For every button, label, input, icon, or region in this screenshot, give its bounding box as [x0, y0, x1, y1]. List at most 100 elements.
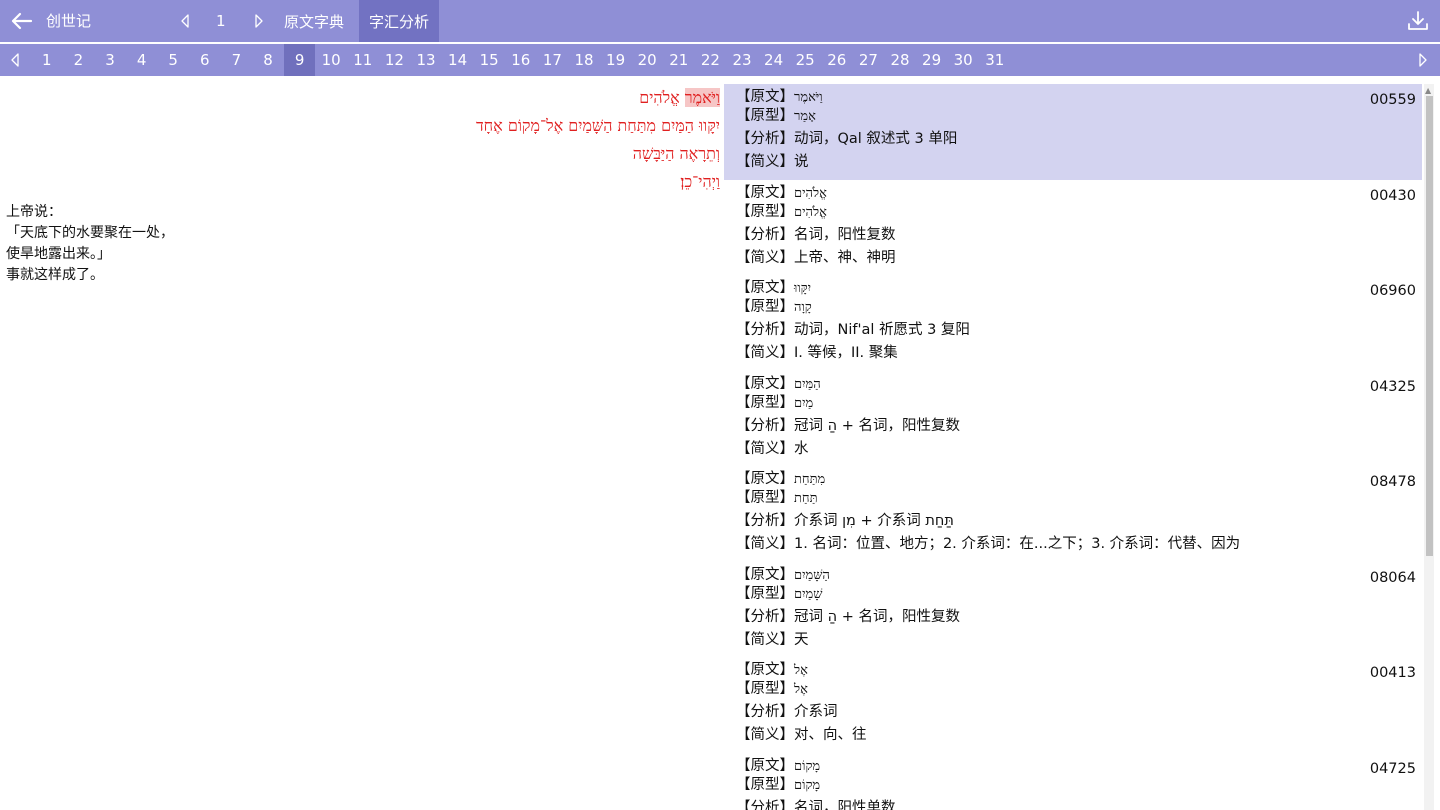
verse-number-31[interactable]: 31 — [979, 44, 1011, 76]
field-label: 【原文】 — [736, 89, 794, 105]
entry-original: מִתַּחַת — [794, 472, 826, 487]
strong-number[interactable]: 06960 — [1370, 283, 1416, 299]
analysis-entry[interactable]: 【原文】מִתַּחַת 【原型】תַּחַת 【分析】介系词 מִן + 介系词 … — [724, 466, 1422, 562]
verse-number-30[interactable]: 30 — [947, 44, 979, 76]
highlighted-word[interactable]: וַיֹּאמֶר — [684, 88, 720, 107]
verse-number-25[interactable]: 25 — [789, 44, 821, 76]
hebrew-line[interactable]: יִקָּווּ הַמַּיִם מִתַּחַת הַשָּׁמַיִם א… — [476, 112, 720, 140]
strong-number[interactable]: 04325 — [1370, 379, 1416, 395]
entry-gloss-line: 【简义】天 — [736, 631, 1416, 650]
prev-verse-button[interactable] — [4, 50, 26, 70]
hebrew-words[interactable]: אֱלֹהִים — [639, 88, 685, 107]
verse-number-20[interactable]: 20 — [631, 44, 663, 76]
tab-word-analysis[interactable]: 字汇分析 — [359, 0, 440, 42]
verse-number-5[interactable]: 5 — [157, 44, 189, 76]
verse-number-2[interactable]: 2 — [63, 44, 95, 76]
verse-number-18[interactable]: 18 — [568, 44, 600, 76]
verse-number-19[interactable]: 19 — [600, 44, 632, 76]
field-label: 【原型】 — [736, 585, 794, 602]
analysis-entry[interactable]: 【原文】אֶל 【原型】אֶל 【分析】介系词 【简义】对、向、往 00413 — [724, 657, 1422, 753]
entry-lemma-line: 【原型】אֶל — [736, 680, 1416, 699]
analysis-entry[interactable]: 【原文】מָקוֹם【原型】מָקוֹם【分析】名词，阳性单数【简义】04725 — [724, 753, 1422, 810]
field-label: 【原文】 — [736, 757, 794, 774]
scrollbar[interactable]: ▲ — [1424, 84, 1434, 810]
entry-parse-line: 【分析】冠词 הַ + 名词，阳性复数 — [736, 417, 1416, 436]
verse-number-3[interactable]: 3 — [94, 44, 126, 76]
book-title[interactable]: 创世记 — [46, 12, 91, 30]
verse-number-13[interactable]: 13 — [410, 44, 442, 76]
back-button[interactable] — [6, 5, 38, 37]
chapter-number[interactable]: 1 — [216, 12, 226, 30]
entry-lemma-line: 【原型】תַּחַת — [736, 489, 1416, 508]
scroll-up-icon[interactable]: ▲ — [1425, 86, 1431, 95]
strong-number[interactable]: 08478 — [1370, 474, 1416, 490]
verse-number-22[interactable]: 22 — [695, 44, 727, 76]
word-analysis-list[interactable]: 【原文】וַיֹּאמֶר 【原型】אָמַר 【分析】动词，Qal 叙述式 3 单… — [724, 84, 1422, 810]
verse-number-28[interactable]: 28 — [884, 44, 916, 76]
analysis-entry[interactable]: 【原文】אֱלֹהִים 【原型】אֱלֹהִים 【分析】名词，阳性复数 【简义】上… — [724, 180, 1422, 276]
hebrew-line[interactable]: וַיְהִי־כֵן׃ — [476, 168, 720, 196]
entry-original: וַיֹּאמֶר — [794, 90, 823, 105]
field-label: 【原文】 — [736, 662, 794, 678]
verse-number-4[interactable]: 4 — [126, 44, 158, 76]
field-label: 【分析】 — [736, 608, 794, 625]
next-verse-button[interactable] — [1412, 50, 1434, 70]
strong-number[interactable]: 00430 — [1370, 188, 1416, 204]
entry-parse: 冠词 הַ + 名词，阳性复数 — [794, 608, 960, 625]
field-label: 【分析】 — [736, 417, 794, 434]
analysis-entry[interactable]: 【原文】יִקָּווּ 【原型】קָוָה 【分析】动词，Nif'al 祈愿式 3… — [724, 275, 1422, 371]
analysis-entry[interactable]: 【原文】הַשָּׁמַיִם 【原型】שָׁמַיִם 【分析】冠词 הַ + 名… — [724, 562, 1422, 658]
hebrew-line[interactable]: וַיֹּאמֶר אֱלֹהִים — [476, 84, 720, 112]
chinese-translation: 上帝说： 「天底下的水要聚在一处， 使旱地露出来。」 事就这样成了。 — [6, 202, 174, 286]
verse-number-12[interactable]: 12 — [379, 44, 411, 76]
verse-number-14[interactable]: 14 — [442, 44, 474, 76]
verse-number-11[interactable]: 11 — [347, 44, 379, 76]
entry-original: הַמַּיִם — [794, 376, 821, 392]
verse-number-16[interactable]: 16 — [505, 44, 537, 76]
strong-number[interactable]: 04725 — [1370, 761, 1416, 777]
field-label: 【简义】 — [736, 249, 794, 266]
field-label: 【分析】 — [736, 799, 794, 810]
chevron-left-icon — [181, 14, 189, 28]
strong-number[interactable]: 08064 — [1370, 570, 1416, 586]
tab-original-dictionary[interactable]: 原文字典 — [274, 0, 354, 42]
entry-gloss: 天 — [794, 631, 809, 648]
verse-number-9[interactable]: 9 — [283, 44, 316, 76]
verse-number-15[interactable]: 15 — [473, 44, 505, 76]
analysis-entry[interactable]: 【原文】וַיֹּאמֶר 【原型】אָמַר 【分析】动词，Qal 叙述式 3 单… — [724, 84, 1422, 180]
strong-number[interactable]: 00559 — [1370, 92, 1416, 108]
analysis-entry[interactable]: 【原文】הַמַּיִם 【原型】מַיִם 【分析】冠词 הַ + 名词，阳性复数… — [724, 371, 1422, 467]
hebrew-line[interactable]: וְתֵרָאֶה הַיַּבָּשָׁה — [476, 140, 720, 168]
prev-chapter-button[interactable] — [174, 11, 196, 31]
verse-number-6[interactable]: 6 — [189, 44, 221, 76]
verse-number-1[interactable]: 1 — [31, 44, 63, 76]
verse-nav-bar: 1 2 3 4 5 6 7 8 9 10 11 12 13 14 15 16 17 18 19 20 21 22 23 24 2… — [0, 44, 1440, 76]
hebrew-words[interactable]: יִקָּווּ הַמַּיִם מִתַּחַת הַשָּׁמַיִם א… — [476, 116, 720, 135]
entry-gloss: I. 等候，II. 聚集 — [794, 345, 898, 361]
verse-number-17[interactable]: 17 — [537, 44, 569, 76]
hebrew-verse-text: וַיֹּאמֶר אֱלֹהִים יִקָּווּ הַמַּיִם מִתַ… — [476, 84, 720, 196]
verse-number-29[interactable]: 29 — [916, 44, 948, 76]
verse-number-7[interactable]: 7 — [221, 44, 253, 76]
next-chapter-button[interactable] — [248, 11, 270, 31]
entry-parse: 名词，阳性复数 — [794, 226, 896, 243]
verse-number-24[interactable]: 24 — [758, 44, 790, 76]
verse-number-23[interactable]: 23 — [726, 44, 758, 76]
verse-number-8[interactable]: 8 — [252, 44, 284, 76]
entry-lemma-line: 【原型】אָמַר — [736, 107, 1416, 126]
download-button[interactable] — [1406, 9, 1430, 33]
scrollbar-thumb[interactable] — [1426, 96, 1433, 556]
verse-number-26[interactable]: 26 — [821, 44, 853, 76]
entry-original-line: 【原文】מִתַּחַת — [736, 470, 1416, 489]
chevron-right-icon — [255, 14, 263, 28]
hebrew-words[interactable]: וַיְהִי־כֵן׃ — [680, 172, 720, 191]
entry-gloss: 1. 名词：位置、地方；2. 介系词：在...之下；3. 介系词：代替、因为 — [794, 536, 1241, 552]
entry-gloss: 水 — [794, 440, 809, 457]
hebrew-words[interactable]: וְתֵרָאֶה הַיַּבָּשָׁה — [633, 144, 720, 163]
verse-number-27[interactable]: 27 — [853, 44, 885, 76]
verse-number-10[interactable]: 10 — [315, 44, 347, 76]
field-label: 【原文】 — [736, 184, 794, 201]
strong-number[interactable]: 00413 — [1370, 665, 1416, 681]
verse-number-21[interactable]: 21 — [663, 44, 695, 76]
entry-parse: 动词，Nif'al 祈愿式 3 复阳 — [794, 322, 970, 338]
